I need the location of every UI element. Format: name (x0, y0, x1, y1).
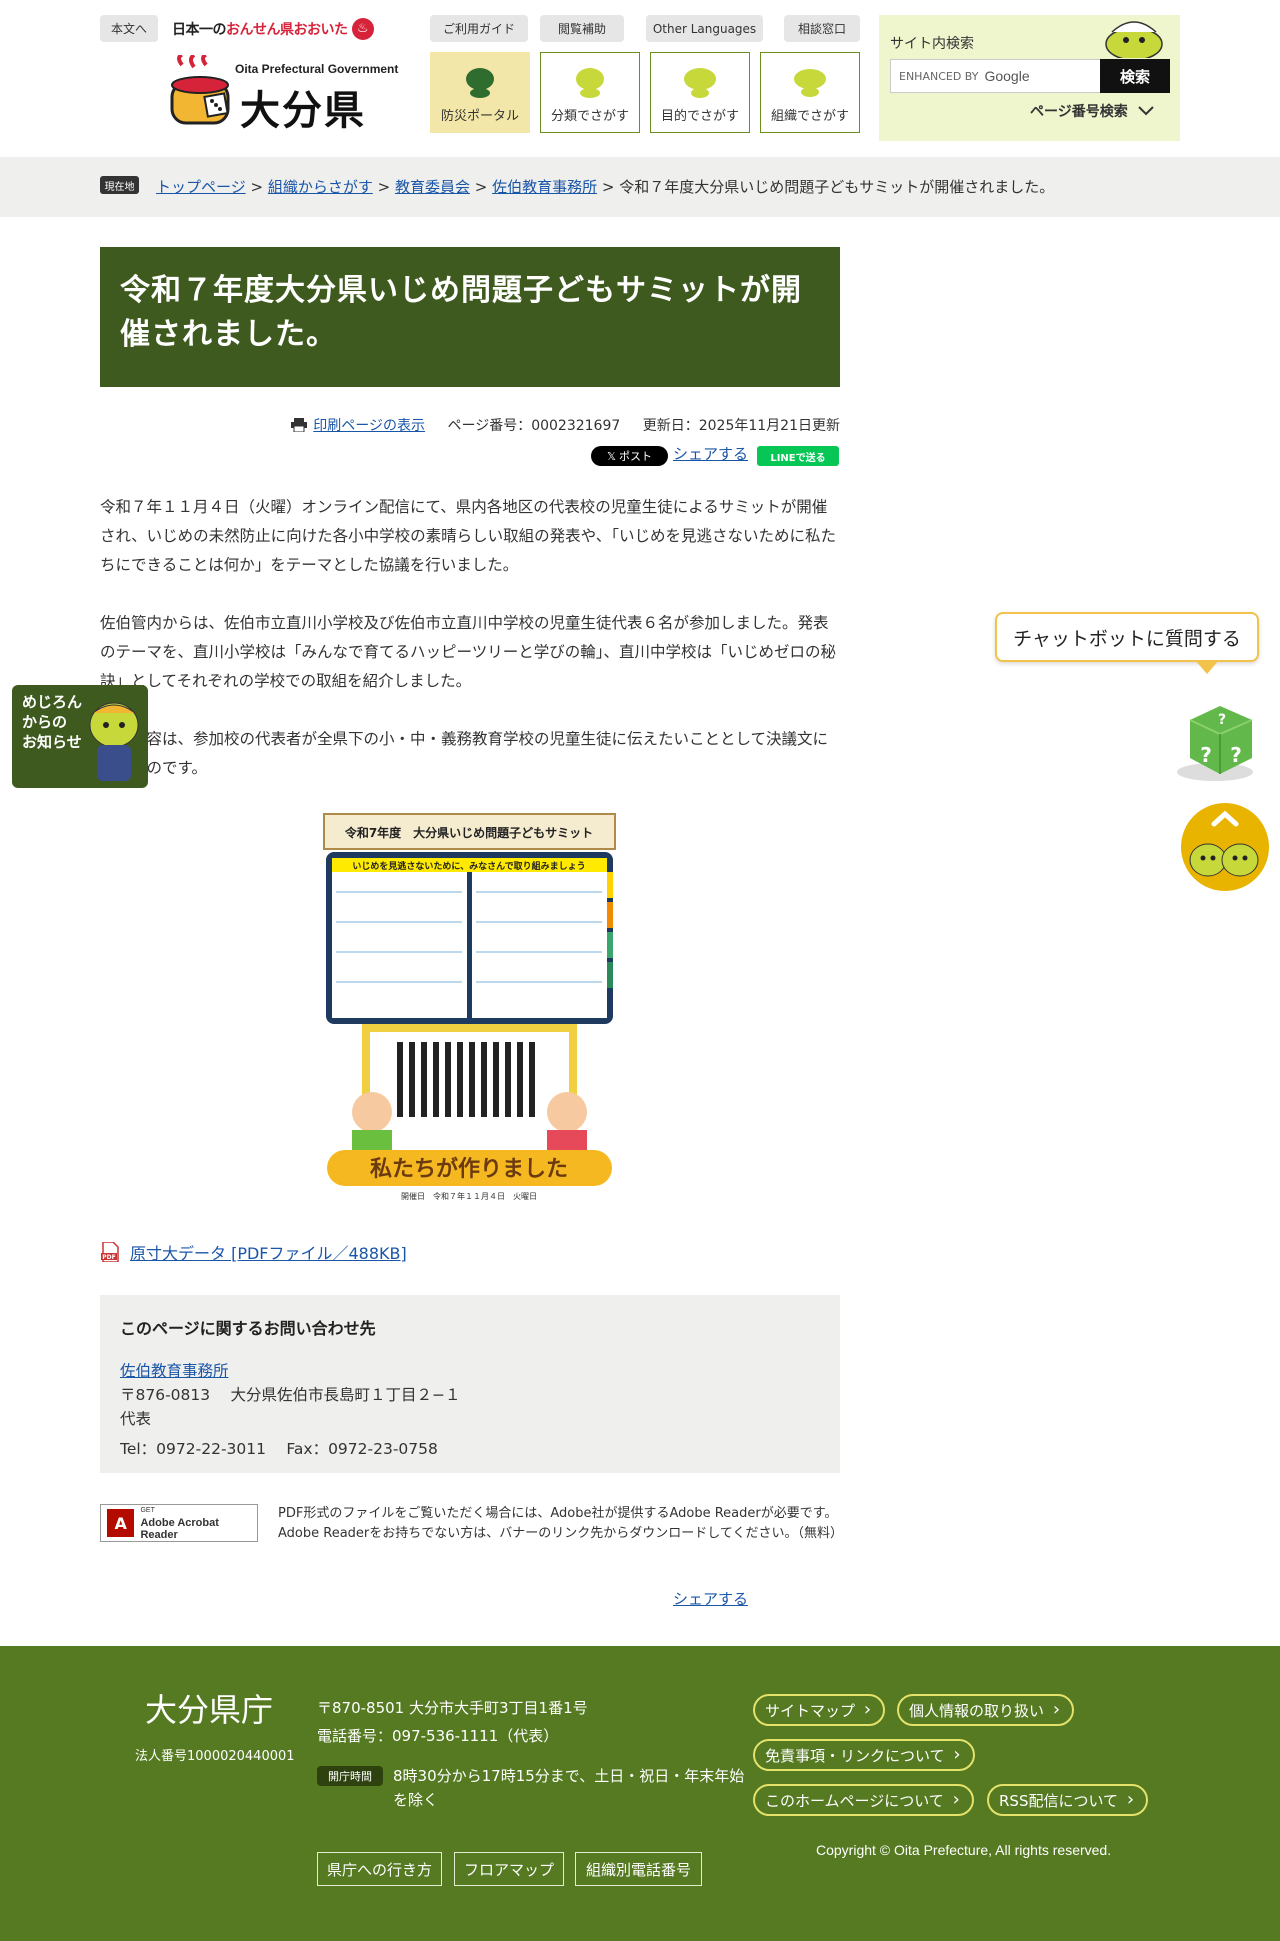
footer-org-name: 大分県庁 (145, 1691, 274, 1729)
mejiron-news-label: めじろん からの お知らせ (22, 693, 83, 751)
mejiron-search-mascot-icon (1105, 21, 1163, 58)
acrobat-icon: A (107, 1509, 135, 1537)
footer-directions-link[interactable]: 県庁への行き方 (317, 1852, 442, 1886)
nav-card-label: 分類でさがす (550, 109, 629, 124)
footer-privacy-link[interactable]: 個人情報の取り扱い (897, 1694, 1075, 1726)
share-link-top[interactable]: シェアする (673, 443, 748, 464)
footer-corporate-number: 法人番号1000020440001 (135, 1749, 295, 1764)
onsen-prefix: 日本一の (172, 21, 227, 38)
search-enhanced-label: ENHANCED BY (899, 69, 979, 83)
footer-hours: 8時30分から17時15分まで、土日・祝日・年末年始を除く (393, 1767, 745, 1809)
breadcrumb: トップページ > 組織からさがす > 教育委員会 > 佐伯教育事務所 > 令和７… (156, 178, 1055, 196)
page-number-search-toggle[interactable]: ページ番号検索 (1030, 101, 1154, 121)
nav-card-label: 防災ポータル (440, 109, 519, 124)
mejiron-mascot-icon (89, 702, 139, 781)
usage-guide-link[interactable]: ご利用ガイド (430, 15, 528, 42)
nav-card-label: 目的でさがす (660, 109, 739, 124)
logo-japanese[interactable]: 大分県 (240, 78, 366, 136)
breadcrumb-board-of-education[interactable]: 教育委員会 (395, 178, 470, 196)
footer-address-line: 〒870-8501 大分市大手町3丁目1番1号 (317, 1699, 588, 1717)
footer-disclaimer-link[interactable]: 免責事項・リンクについて (753, 1739, 975, 1771)
poster-subtitle: いじめを見逃さないために、みなさんで取り組みましょう (352, 860, 585, 872)
acrobat-note: PDF形式のファイルをご覧いただく場合には、Adobe社が提供するAdobe R… (278, 1506, 843, 1541)
pdf-download-link[interactable]: 原寸大データ [PDFファイル／488KB] (130, 1240, 407, 1264)
site-search-label: サイト内検索 (890, 36, 974, 52)
pdf-file-icon: PDF (101, 1242, 119, 1262)
search-button[interactable]: 検索 (1100, 59, 1170, 93)
nav-disaster-portal[interactable]: 防災ポータル (430, 52, 530, 133)
line-share-button[interactable]: LINEで送る (757, 446, 839, 466)
skip-to-content-link[interactable]: 本文へ (100, 15, 158, 42)
poster-slogan: 私たちが作りました (370, 1156, 568, 1182)
contact-office-link[interactable]: 佐伯教育事務所 (120, 1362, 229, 1380)
breadcrumb-current: 令和７年度大分県いじめ問題子どもサミットが開催されました。 (619, 178, 1055, 196)
consultation-link[interactable]: 相談窓口 (784, 15, 860, 42)
summit-poster-image[interactable]: 令和7年度 大分県いじめ問題子どもサミット いじめを見逃さないために、みなさんで… (322, 812, 617, 1205)
footer-about-link[interactable]: このホームページについて (753, 1784, 974, 1816)
printer-icon (291, 418, 308, 432)
footer-copyright: Copyright © Oita Prefecture, All rights … (816, 1842, 1112, 1858)
footer-phone: 電話番号：097-536-1111（代表） (317, 1727, 559, 1745)
search-google-label: Google (984, 68, 1030, 84)
footer-floor-map-link[interactable]: フロアマップ (454, 1852, 564, 1886)
adobe-reader-banner[interactable]: A GET Adobe Acrobat Reader (100, 1504, 258, 1542)
onsen-brand: おんせん県おおいた (226, 21, 348, 38)
contact-title: このページに関するお問い合わせ先 (120, 1319, 376, 1338)
svg-text:?: ? (1230, 743, 1242, 767)
mejiron-category-icon (576, 68, 604, 98)
article-paragraph-1: 令和７年１１月４日（火曜）オンライン配信にて、県内各地区の代表校の児童生徒による… (100, 498, 836, 574)
page-meta: 印刷ページの表示 ページ番号：0002321697 更新日：2025年11月21… (285, 415, 840, 435)
footer-address: 〒870-8501 大分市大手町3丁目1番1号 電話番号：097-536-111… (317, 1694, 588, 1750)
svg-text:?: ? (1200, 743, 1212, 767)
onsen-icon: ♨ (351, 17, 374, 40)
nav-by-purpose[interactable]: 目的でさがす (650, 52, 750, 133)
nav-by-category[interactable]: 分類でさがす (540, 52, 640, 133)
page-title: 令和７年度大分県いじめ問題子どもサミットが開催されました。 (100, 247, 840, 387)
svg-text:PDF: PDF (102, 1254, 115, 1261)
nav-by-organization[interactable]: 組織でさがす (760, 52, 860, 133)
breadcrumb-organization[interactable]: 組織からさがす (268, 178, 373, 196)
nav-card-label: 組織でさがす (770, 109, 849, 124)
footer-hours-tag: 開庁時間 (317, 1766, 383, 1786)
breadcrumb-saiki-office[interactable]: 佐伯教育事務所 (492, 178, 597, 196)
breadcrumb-top[interactable]: トップページ (156, 178, 246, 196)
article-paragraph-2: 佐伯管内からは、佐伯市立直川小学校及び佐伯市立直川中学校の児童生徒代表６名が参加… (100, 614, 836, 690)
page-top-button[interactable] (1180, 802, 1270, 892)
contact-section: このページに関するお問い合わせ先 佐伯教育事務所 〒876-0813 大分県佐伯… (100, 1295, 840, 1473)
chatbot-button[interactable]: チャットボットに質問する (995, 612, 1259, 662)
print-page-link[interactable]: 印刷ページの表示 (313, 418, 425, 434)
poster-title: 令和7年度 大分県いじめ問題子どもサミット (344, 825, 593, 840)
chatbot-question-cube-icon[interactable]: ? ? ? (1170, 700, 1270, 785)
share-link-bottom[interactable]: シェアする (673, 1588, 748, 1609)
breadcrumb-current-tag: 現在地 (100, 176, 139, 194)
article-paragraph-3: 協議内容は、参加校の代表者が全県下の小・中・義務教育学校の児童生徒に伝えたいこと… (100, 730, 829, 777)
footer-rss-link[interactable]: RSS配信について (987, 1784, 1149, 1816)
page-number: ページ番号：0002321697 (447, 418, 621, 434)
x-post-button[interactable]: 𝕏 ポスト (591, 446, 668, 466)
acrobat-label: GET Adobe Acrobat Reader (140, 1505, 257, 1541)
chevron-down-icon (1138, 106, 1154, 116)
acrobat-get: GET (140, 1507, 155, 1514)
logo-english: Oita Prefectural Government (235, 62, 399, 76)
search-input[interactable]: ENHANCED BY Google (890, 59, 1101, 93)
acrobat-name: Adobe Acrobat Reader (140, 1517, 219, 1541)
contact-representative: 代表 (120, 1410, 152, 1428)
other-languages-link[interactable]: Other Languages (646, 15, 763, 42)
page-number-search-label: ページ番号検索 (1030, 104, 1128, 120)
mejiron-purpose-icon (684, 68, 716, 98)
footer-phone-directory-link[interactable]: 組織別電話番号 (575, 1852, 702, 1886)
pdf-download[interactable]: PDF 原寸大データ [PDFファイル／488KB] (100, 1240, 407, 1264)
contact-address: 〒876-0813 大分県佐伯市長島町１丁目２−１ (120, 1386, 461, 1404)
onsen-banner[interactable]: 日本一の おんせん県おおいた ♨ (172, 15, 374, 42)
mejiron-organization-icon (794, 69, 826, 97)
accessibility-link[interactable]: 閲覧補助 (540, 15, 624, 42)
contact-tel-fax: Tel：0972-22-3011 Fax：0972-23-0758 (120, 1440, 438, 1458)
footer-sitemap-link[interactable]: サイトマップ (753, 1694, 886, 1726)
mejiron-helmet-icon (466, 68, 494, 98)
svg-text:?: ? (1218, 712, 1226, 728)
oita-logo-icon[interactable] (168, 55, 232, 130)
chatbot-bubble-tail (1195, 660, 1219, 674)
updated-date: 更新日：2025年11月21日更新 (642, 418, 840, 434)
poster-date: 開催日 令和７年１１月４日 火曜日 (401, 1191, 537, 1201)
